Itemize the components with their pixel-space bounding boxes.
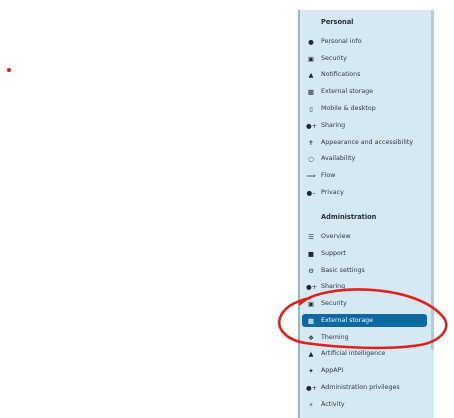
ai-icon: ▲ <box>308 349 314 358</box>
sidebar-item-notifications[interactable]: ▲ Notifications <box>306 68 426 81</box>
accessibility-icon: ✝ <box>308 138 314 147</box>
sidebar-item-basic-settings[interactable]: ⚙ Basic settings <box>306 264 426 277</box>
sidebar-item-security[interactable]: ▣ Security <box>306 52 426 65</box>
sidebar-item-appapi[interactable]: ✦ AppAPI <box>306 364 426 377</box>
sidebar-item-label: Flow <box>321 172 336 179</box>
sidebar-item-admin-external-storage[interactable]: ▩ External storage <box>302 314 427 327</box>
sidebar-item-label: Notifications <box>321 71 361 78</box>
sidebar-item-label: Administration privileges <box>321 384 400 391</box>
sidebar-item-privacy[interactable]: ●– Privacy <box>306 186 426 199</box>
external-storage-icon: ▩ <box>307 316 315 325</box>
sidebar-item-sharing[interactable]: ●+ Sharing <box>306 119 426 132</box>
sidebar-item-support[interactable]: ■ Support <box>306 247 426 260</box>
activity-icon: ⚡ <box>308 400 314 409</box>
sidebar-item-label: Sharing <box>321 283 346 290</box>
sidebar-item-label: AppAPI <box>321 367 344 374</box>
person-icon: ● <box>308 37 314 46</box>
sidebar-item-label: Overview <box>321 233 351 240</box>
sidebar-item-label: Appearance and accessibility <box>321 139 414 146</box>
key-icon: ●– <box>306 188 316 197</box>
phone-icon: ▯ <box>309 104 313 113</box>
sidebar-item-administration-privileges[interactable]: ●+ Administration privileges <box>306 381 426 394</box>
sidebar-item-admin-security[interactable]: ▣ Security <box>306 297 426 310</box>
sidebar-item-label: Security <box>321 55 347 62</box>
sidebar-item-label: Artificial intelligence <box>321 350 386 357</box>
sidebar-scrollbar[interactable] <box>431 10 434 350</box>
lock-icon: ▣ <box>307 299 315 308</box>
sidebar-item-label: External storage <box>321 88 374 95</box>
lock-icon: ▣ <box>307 54 315 63</box>
sidebar-item-mobile-desktop[interactable]: ▯ Mobile & desktop <box>306 102 426 115</box>
sidebar-item-external-storage[interactable]: ▩ External storage <box>306 85 426 98</box>
sidebar-item-artificial-intelligence[interactable]: ▲ Artificial intelligence <box>306 347 426 360</box>
admin-icon: ●+ <box>306 383 318 392</box>
sidebar-item-label: Security <box>321 300 347 307</box>
sidebar-item-label: External storage <box>321 317 374 324</box>
sidebar-item-label: Support <box>321 250 346 257</box>
sidebar-item-admin-sharing[interactable]: ●+ Sharing <box>306 280 426 293</box>
sidebar-item-label: Personal info <box>321 38 362 45</box>
bell-icon: ▲ <box>308 70 314 79</box>
section-heading-administration: Administration <box>321 213 377 221</box>
sidebar-item-appearance[interactable]: ✝ Appearance and accessibility <box>306 136 426 149</box>
share-icon: ●+ <box>306 282 318 291</box>
section-heading-personal: Personal <box>321 18 354 26</box>
settings-sidebar: Personal ● Personal info ▣ Security ▲ No… <box>300 10 434 418</box>
sidebar-item-label: Mobile & desktop <box>321 105 376 112</box>
sidebar-item-overview[interactable]: ☰ Overview <box>306 230 426 243</box>
chat-icon: ■ <box>307 249 315 258</box>
sidebar-item-availability[interactable]: ○ Availability <box>306 152 426 165</box>
clock-icon: ○ <box>308 154 314 163</box>
sidebar-item-label: Privacy <box>321 189 344 196</box>
app-api-icon: ✦ <box>308 366 314 375</box>
gear-icon: ⚙ <box>308 266 314 275</box>
sidebar-item-label: Theming <box>321 334 349 341</box>
sidebar-item-personal-info[interactable]: ● Personal info <box>306 35 426 48</box>
sidebar-item-label: Basic settings <box>321 267 365 274</box>
sidebar-item-label: Activity <box>321 401 345 408</box>
sidebar-item-label: Availability <box>321 155 356 162</box>
sidebar-item-flow[interactable]: ⟹ Flow <box>306 169 426 182</box>
overview-icon: ☰ <box>308 232 314 241</box>
paint-icon: ❖ <box>308 333 314 342</box>
flow-icon: ⟹ <box>306 171 316 180</box>
sidebar-item-activity[interactable]: ⚡ Activity <box>306 398 426 411</box>
annotation-dot <box>7 68 11 72</box>
share-icon: ●+ <box>306 121 318 130</box>
sidebar-item-theming[interactable]: ❖ Theming <box>306 331 426 344</box>
external-storage-icon: ▩ <box>307 87 315 96</box>
sidebar-item-label: Sharing <box>321 122 346 129</box>
